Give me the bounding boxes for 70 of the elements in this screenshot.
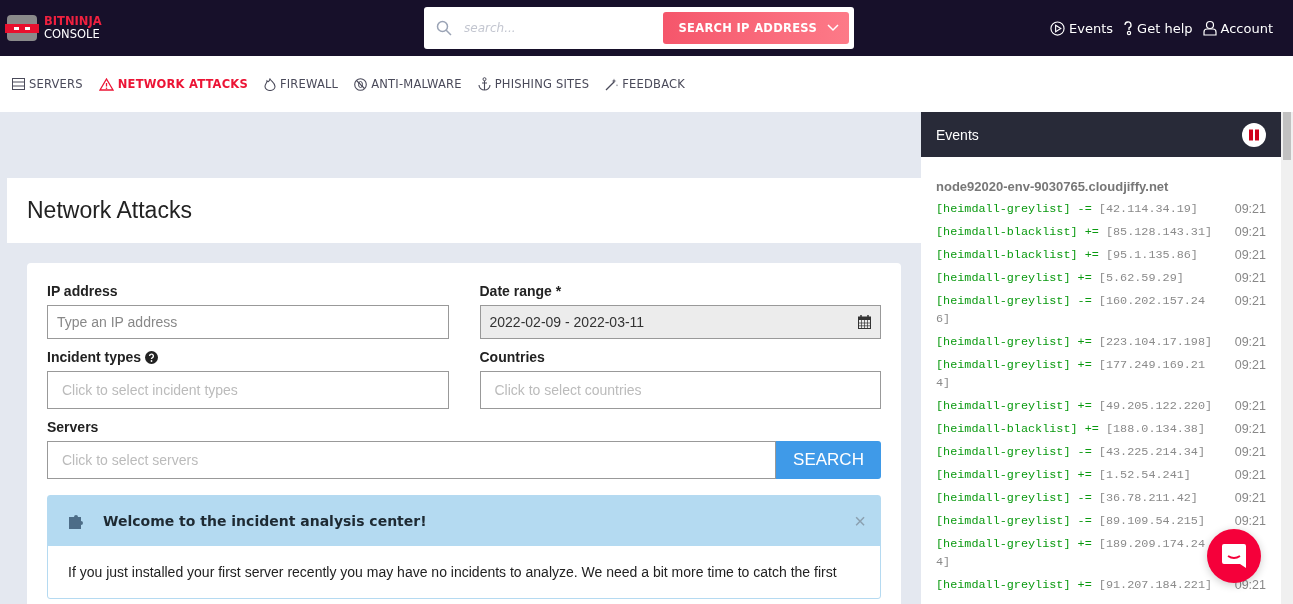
nav-tab[interactable]: SERVERS xyxy=(12,77,83,91)
event-entry: [heimdall-greylist] += [189.209.174.244] xyxy=(936,536,1207,571)
event-time: 09:21 xyxy=(1234,293,1266,310)
anchor-icon xyxy=(477,77,491,91)
event-time: 09:21 xyxy=(1234,247,1266,264)
nav-tab[interactable]: NETWORK ATTACKS xyxy=(98,77,248,91)
event-entry: [heimdall-blacklist] += [85.128.143.31] xyxy=(936,224,1214,241)
question-icon xyxy=(1123,20,1134,36)
field-label: Servers xyxy=(47,419,100,435)
event-entry: [heimdall-greylist] -= [160.202.157.246] xyxy=(936,293,1207,328)
chat-bubble-icon xyxy=(1220,542,1248,570)
event-time: 09:21 xyxy=(1234,467,1266,484)
ninja-logo-icon xyxy=(5,15,39,41)
nav-tab[interactable]: FEEDBACK xyxy=(605,77,685,91)
event-time: 09:21 xyxy=(1234,334,1266,351)
event-time: 09:21 xyxy=(1234,201,1266,218)
event-entry: [heimdall-greylist] += [49.205.122.220] xyxy=(936,398,1214,415)
event-time: 09:21 xyxy=(1234,513,1266,530)
servers-field[interactable]: Click to select servers xyxy=(47,441,776,479)
field-label: Date range * xyxy=(479,283,563,299)
events-title: Events xyxy=(936,126,979,143)
incident-types-field[interactable]: Click to select incident types xyxy=(47,371,449,409)
user-icon xyxy=(1202,20,1217,36)
event-entry: [heimdall-greylist] -= [43.225.214.34] xyxy=(936,444,1207,461)
warning-icon xyxy=(98,77,114,91)
event-time: 09:21 xyxy=(1234,270,1266,287)
host-name: node92020-env-9030765.cloudjiffy.net xyxy=(936,179,1170,194)
pause-icon[interactable] xyxy=(1242,122,1266,147)
alert-title: Welcome to the incident analysis center! xyxy=(103,513,427,529)
field-label: Countries xyxy=(479,349,546,365)
server-list-icon xyxy=(12,78,25,90)
brand-subtitle: CONSOLE xyxy=(44,28,100,41)
event-entry: [heimdall-greylist] += [223.104.17.198] xyxy=(936,334,1214,351)
brand-name: BITNINJA xyxy=(44,15,102,28)
event-entry: [heimdall-greylist] -= [89.109.54.215] xyxy=(936,513,1207,530)
event-entry: [heimdall-blacklist] += [188.0.134.38] xyxy=(936,421,1207,438)
event-time: 09:21 xyxy=(1234,444,1266,461)
top-link[interactable]: Account xyxy=(1202,20,1273,36)
help-icon[interactable] xyxy=(145,350,159,364)
event-entry: [heimdall-greylist] += [1.52.54.241] xyxy=(936,467,1192,484)
blocked-bug-icon xyxy=(354,77,368,91)
caret-icon xyxy=(827,24,839,32)
nav-tab[interactable]: ANTI-MALWARE xyxy=(354,77,462,91)
countries-field[interactable]: Click to select countries xyxy=(479,371,881,409)
scrollbar[interactable] xyxy=(1281,112,1293,604)
play-icon xyxy=(1050,20,1066,36)
top-link[interactable]: Events xyxy=(1050,20,1114,36)
event-entry: [heimdall-greylist] -= [36.78.211.42] xyxy=(936,490,1199,507)
event-time: 09:21 xyxy=(1234,357,1266,374)
event-time: 09:21 xyxy=(1234,421,1266,438)
field-label: Incident types xyxy=(47,349,142,365)
nav-tab[interactable]: FIREWALL xyxy=(263,77,339,91)
alert-text: If you just installed your first server recently you may have no incidents to analyze. We need a bit more time to catch the first xyxy=(67,563,838,582)
event-time: 09:21 xyxy=(1234,490,1266,507)
ip-address-field[interactable]: Type an IP address xyxy=(47,305,449,339)
calendar-icon xyxy=(858,315,871,329)
event-time: 09:21 xyxy=(1234,398,1266,415)
top-link[interactable]: Get help xyxy=(1123,20,1193,36)
event-entry: [heimdall-greylist] -= [42.114.34.19] xyxy=(936,201,1199,218)
nav-tab[interactable]: PHISHING SITES xyxy=(477,77,590,91)
date-range-field[interactable]: 2022-02-09 - 2022-03-11 xyxy=(479,305,881,339)
event-entry: [heimdall-greylist] += [91.207.184.221] xyxy=(936,577,1214,594)
event-entry: [heimdall-blacklist] += [95.1.135.86] xyxy=(936,247,1199,264)
field-label: IP address xyxy=(47,283,119,299)
event-time: 09:21 xyxy=(1234,224,1266,241)
event-entry: [heimdall-greylist] += [5.62.59.29] xyxy=(936,270,1185,287)
search-icon xyxy=(436,20,452,36)
flame-icon xyxy=(263,77,276,91)
event-entry: [heimdall-greylist] += [177.249.169.214] xyxy=(936,357,1207,392)
page-title: Network Attacks xyxy=(27,197,192,224)
